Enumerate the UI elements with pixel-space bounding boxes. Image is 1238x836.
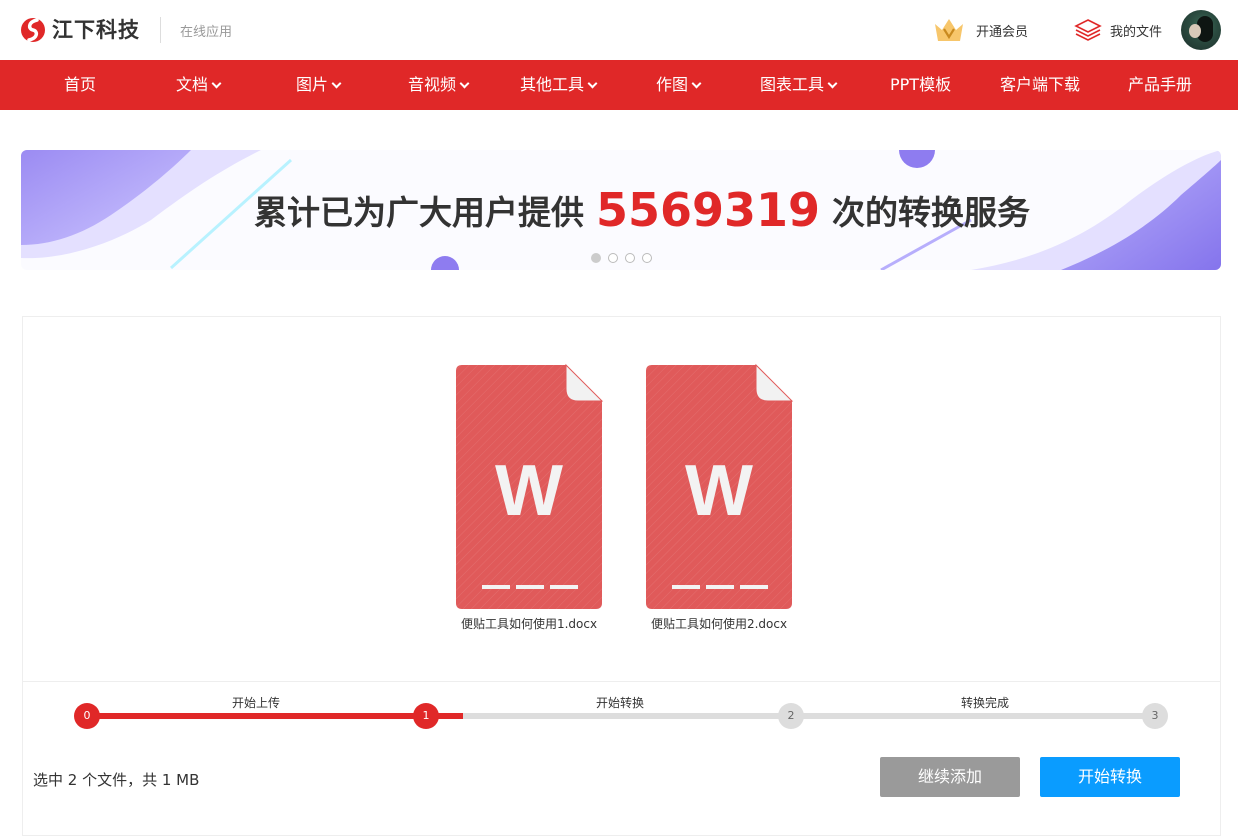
- chevron-down-icon: [691, 78, 702, 89]
- step-node-3: 3: [1142, 703, 1168, 729]
- nav-item-images[interactable]: 图片: [296, 60, 342, 110]
- word-doc-icon: W: [646, 363, 794, 609]
- brand-name[interactable]: 江下科技: [52, 14, 140, 44]
- nav-item-audio-video[interactable]: 音视频: [408, 60, 470, 110]
- chevron-down-icon: [587, 78, 598, 89]
- step-label-convert: 开始转换: [596, 696, 645, 710]
- carousel-dot-1[interactable]: [591, 253, 601, 263]
- selection-summary: 选中 2 个文件，共 1 MB: [33, 771, 200, 789]
- banner-prefix: 累计已为广大用户提供: [253, 193, 584, 232]
- upload-panel: W 便贴工具如何使用1.docx W 便贴工具如何使用2.docx 0 1 2 …: [22, 316, 1221, 836]
- nav-item-manual[interactable]: 产品手册: [1128, 60, 1192, 110]
- avatar-face: [1189, 24, 1201, 38]
- vip-label: 开通会员: [976, 24, 1029, 40]
- chevron-down-icon: [827, 78, 838, 89]
- step-label-done: 转换完成: [961, 696, 1010, 710]
- nav-item-chart-tools[interactable]: 图表工具: [760, 60, 838, 110]
- word-doc-icon: W: [456, 363, 604, 609]
- file-card[interactable]: W: [644, 363, 794, 611]
- step-node-0: 0: [74, 703, 100, 729]
- file-name-2: 便贴工具如何使用2.docx: [650, 617, 788, 631]
- nav-item-ppt-templates[interactable]: PPT模板: [890, 60, 951, 110]
- nav-item-drawing[interactable]: 作图: [656, 60, 702, 110]
- nav-item-client-download[interactable]: 客户端下载: [1000, 60, 1080, 110]
- logo-icon[interactable]: [20, 14, 46, 46]
- step-label-upload: 开始上传: [232, 696, 281, 710]
- carousel-dots: [591, 253, 652, 263]
- nav-item-docs[interactable]: 文档: [176, 60, 222, 110]
- conversion-count: 5569319: [595, 183, 821, 237]
- my-files-label: 我的文件: [1110, 24, 1163, 40]
- file-name-1: 便贴工具如何使用1.docx: [460, 617, 598, 631]
- step-node-2: 2: [778, 703, 804, 729]
- carousel-dot-4[interactable]: [642, 253, 652, 263]
- file-card[interactable]: W: [454, 363, 604, 611]
- step-node-1: 1: [413, 703, 439, 729]
- nav-item-other-tools[interactable]: 其他工具: [520, 60, 598, 110]
- progress-track-done: [87, 713, 463, 719]
- top-header: 江下科技 在线应用 开通会员 我的文件: [0, 0, 1238, 60]
- main-nav: 首页 文档 图片 音视频 其他工具 作图 图表工具 PPT模板 客户端下载 产品…: [0, 60, 1238, 110]
- carousel-dot-3[interactable]: [625, 253, 635, 263]
- brand-subtitle: 在线应用: [180, 25, 233, 40]
- chevron-down-icon: [459, 78, 470, 89]
- chevron-down-icon: [211, 78, 222, 89]
- start-convert-button[interactable]: 开始转换: [1040, 757, 1180, 797]
- stats-banner[interactable]: 累计已为广大用户提供 5569319 次的转换服务: [21, 150, 1221, 270]
- nav-item-home[interactable]: 首页: [64, 60, 96, 110]
- svg-text:W: W: [685, 451, 753, 531]
- layers-icon: [1074, 19, 1102, 41]
- header-divider: [160, 17, 161, 43]
- open-vip-link[interactable]: 开通会员: [932, 16, 1028, 44]
- banner-suffix: 次的转换服务: [832, 193, 1031, 232]
- progress-track-remaining: [463, 713, 1155, 719]
- panel-divider: [23, 681, 1220, 682]
- my-files-link[interactable]: 我的文件: [1074, 16, 1162, 44]
- svg-text:W: W: [495, 451, 563, 531]
- continue-add-button[interactable]: 继续添加: [880, 757, 1020, 797]
- crown-icon: [935, 19, 963, 41]
- banner-headline: 累计已为广大用户提供 5569319 次的转换服务: [21, 150, 1221, 270]
- chevron-down-icon: [331, 78, 342, 89]
- carousel-dot-2[interactable]: [608, 253, 618, 263]
- user-avatar[interactable]: [1181, 10, 1221, 50]
